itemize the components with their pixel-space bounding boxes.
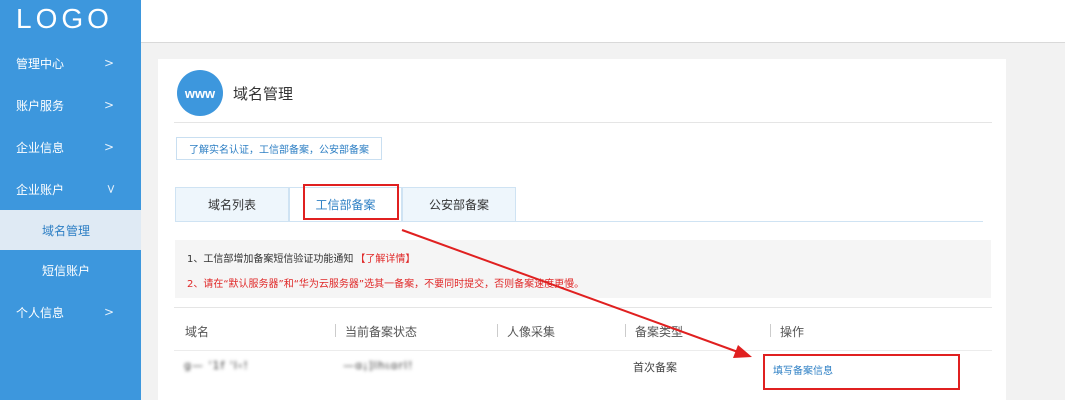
divider <box>174 350 992 351</box>
learn-more-button[interactable]: 了解实名认证，工信部备案，公安部备案 <box>176 137 382 160</box>
divider <box>174 307 992 308</box>
annotation-box-tab <box>303 184 399 220</box>
notice-line-1: 1、工信部增加备案短信验证功能通知 【了解详情】 <box>187 250 415 265</box>
sidebar-item-account-service[interactable]: 账户服务 > <box>0 86 141 124</box>
sidebar-item-label: 管理中心 <box>16 56 65 71</box>
sidebar-item-label: 企业信息 <box>16 140 65 155</box>
chevron-right-icon: > <box>104 305 115 319</box>
column-header-status: 当前备案状态 <box>345 325 418 339</box>
sidebar-subitem-label: 域名管理 <box>42 223 91 238</box>
sidebar-subitem-label: 短信账户 <box>42 263 91 278</box>
cell-domain: g— '1f 'l‹! <box>184 359 249 372</box>
divider <box>174 122 992 123</box>
chevron-down-icon: > <box>104 183 119 195</box>
column-separator <box>335 324 336 337</box>
notice-text: 1、工信部增加备案短信验证功能通知 <box>187 254 354 265</box>
details-link[interactable]: 【了解详情】 <box>355 254 415 265</box>
chevron-right-icon: > <box>104 56 115 70</box>
page-title: 域名管理 <box>233 85 294 103</box>
column-separator <box>770 324 771 337</box>
annotation-box-action <box>763 354 960 390</box>
notice-line-2: 2、请在“默认服务器”和“华为云服务器”选其一备案，不要同时提交，否则备案速度更… <box>187 279 585 290</box>
notice-box: 1、工信部增加备案短信验证功能通知 【了解详情】 2、请在“默认服务器”和“华为云… <box>175 240 991 298</box>
sidebar-subitem-domain-management[interactable]: 域名管理 <box>0 210 141 250</box>
www-icon: www <box>177 70 223 116</box>
cell-status: —ɑ¡]lhιɑrl! <box>343 359 414 372</box>
sidebar-item-personal-info[interactable]: 个人信息 > <box>0 293 141 331</box>
column-header-domain: 域名 <box>185 325 210 339</box>
cell-filing-type: 首次备案 <box>633 361 677 374</box>
column-separator <box>625 324 626 337</box>
sidebar-item-company-account[interactable]: 企业账户 > <box>0 170 141 208</box>
column-header-filing-type: 备案类型 <box>635 325 684 339</box>
content-panel: www 域名管理 了解实名认证，工信部备案，公安部备案 域名列表 工信部备案 公… <box>158 59 1006 400</box>
tab-police-filing[interactable]: 公安部备案 <box>402 187 516 222</box>
sidebar-subitem-sms-account[interactable]: 短信账户 <box>0 250 141 290</box>
column-header-action: 操作 <box>780 325 805 339</box>
top-bar <box>141 0 1065 43</box>
column-header-face-capture: 人像采集 <box>507 325 556 339</box>
sidebar-item-label: 企业账户 <box>16 182 65 197</box>
logo: LOGO <box>16 3 113 34</box>
sidebar-item-company-info[interactable]: 企业信息 > <box>0 128 141 166</box>
sidebar-item-label: 账户服务 <box>16 98 65 113</box>
tab-domain-list[interactable]: 域名列表 <box>175 187 289 222</box>
tabs-underline <box>175 221 983 222</box>
sidebar-item-label: 个人信息 <box>16 305 65 320</box>
sidebar: LOGO 管理中心 > 账户服务 > 企业信息 > 企业账户 > 域名管理 短信… <box>0 0 141 400</box>
table-header: 域名 当前备案状态 人像采集 备案类型 操作 <box>175 312 991 350</box>
chevron-right-icon: > <box>104 98 115 112</box>
column-separator <box>497 324 498 337</box>
chevron-right-icon: > <box>104 140 115 154</box>
sidebar-item-management-center[interactable]: 管理中心 > <box>0 44 141 82</box>
